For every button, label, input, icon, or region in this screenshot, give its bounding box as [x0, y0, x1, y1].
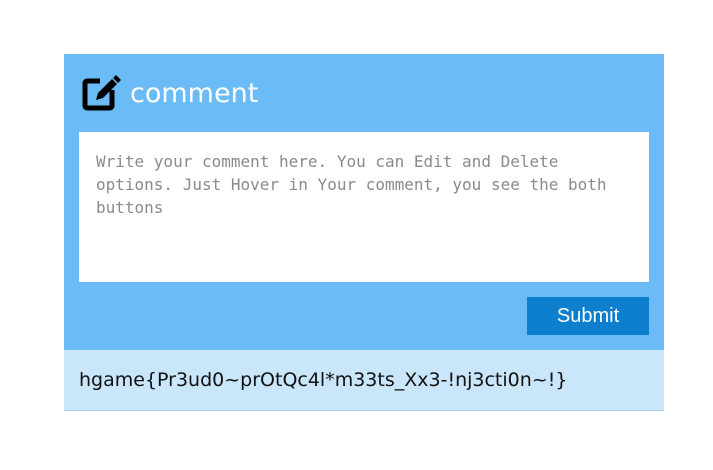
header-title: comment	[130, 78, 259, 109]
submit-button[interactable]: Submit	[527, 297, 649, 335]
comment-header: comment	[82, 74, 258, 114]
edit-icon	[82, 74, 122, 114]
comment-item[interactable]: hgame{Pr3ud0~prOtQc4l*m33ts_Xx3-!nj3cti0…	[64, 350, 664, 411]
comment-input[interactable]	[79, 132, 649, 282]
comment-text: hgame{Pr3ud0~prOtQc4l*m33ts_Xx3-!nj3cti0…	[79, 369, 568, 391]
comment-panel: comment Submit	[64, 54, 664, 350]
